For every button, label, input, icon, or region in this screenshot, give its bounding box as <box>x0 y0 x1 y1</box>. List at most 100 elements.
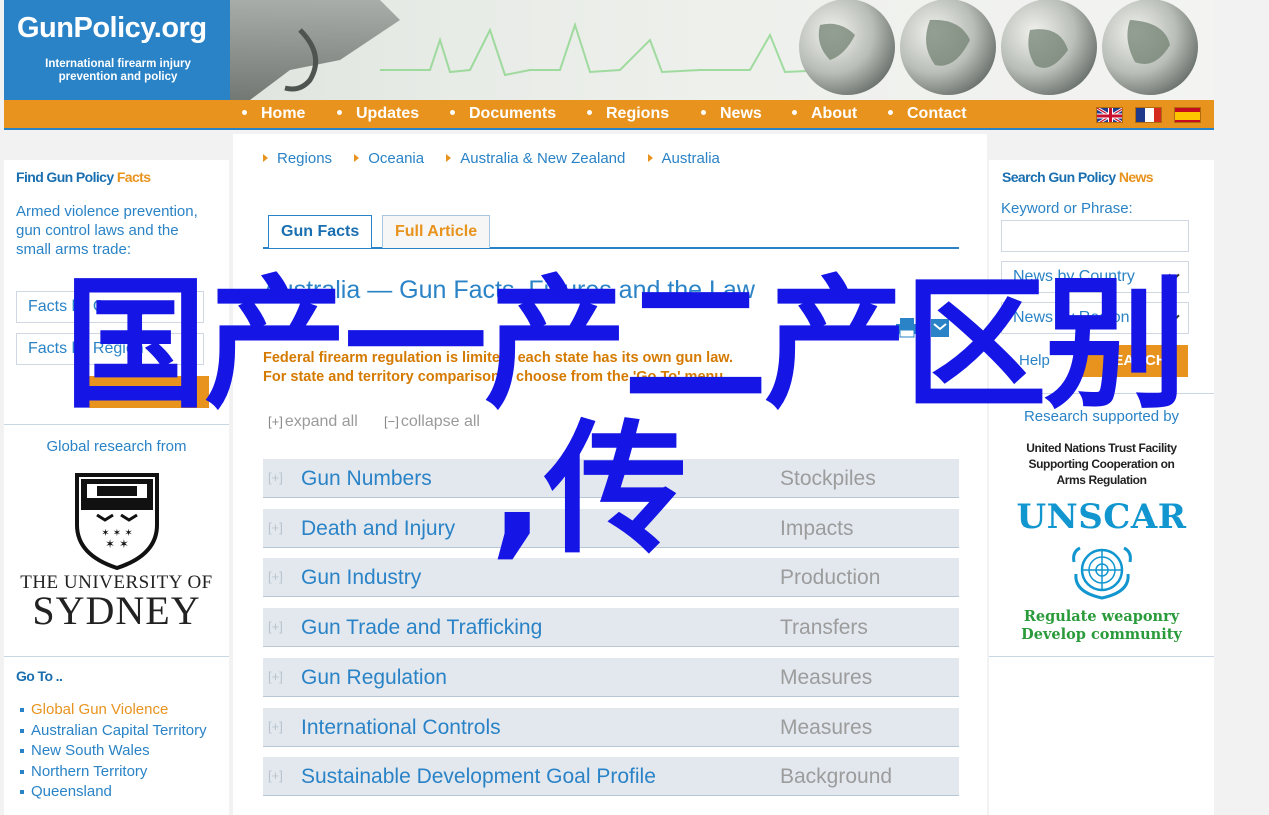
breadcrumb-australia[interactable]: Australia <box>647 150 720 167</box>
section-sub-label: Measures <box>780 666 873 689</box>
news-by-region-select[interactable]: News by Region <box>1001 302 1189 334</box>
left-sidebar: Find Gun Policy Facts Armed violence pre… <box>4 160 229 815</box>
section-sub-label: Stockpiles <box>780 467 876 490</box>
facts-by-region-select[interactable]: Facts by Region <box>16 333 204 365</box>
nav-updates[interactable]: Updates <box>337 105 419 123</box>
logo-subtitle-line1: International firearm injury <box>45 58 191 70</box>
expand-all-label: expand all <box>284 413 358 430</box>
breadcrumb-oceania-label: Oceania <box>368 150 425 167</box>
nav-documents-label: Documents <box>469 105 557 122</box>
collapse-icon: [−] <box>384 414 399 429</box>
section-sub-label: Impacts <box>780 517 854 540</box>
goto-item-nt[interactable]: Northern Territory <box>18 762 223 783</box>
un-trust-line1: United Nations Trust Facility <box>1026 441 1177 455</box>
section-gun-regulation[interactable]: [+] Gun Regulation Measures <box>263 658 959 697</box>
find-facts-title-highlight: Facts <box>116 169 151 185</box>
divider <box>989 393 1214 394</box>
goto-item-qld[interactable]: Queensland <box>18 782 223 803</box>
expand-all-link[interactable]: [+] expand all <box>268 413 358 431</box>
nav-home-label: Home <box>261 105 306 122</box>
search-news-title-text: Search Gun Policy <box>1002 169 1116 185</box>
breadcrumb-regions-label: Regions <box>277 150 333 167</box>
chevron-down-icon <box>1168 310 1180 322</box>
nav-updates-label: Updates <box>356 105 420 122</box>
triangle-right-icon <box>446 154 452 162</box>
breadcrumb-anz[interactable]: Australia & New Zealand <box>446 150 625 167</box>
section-gun-numbers[interactable]: [+] Gun Numbers Stockpiles <box>263 459 959 498</box>
news-by-country-select[interactable]: News by Country <box>1001 261 1189 293</box>
facts-by-country-label: Facts by Country <box>28 298 149 315</box>
bullet-icon <box>792 110 797 115</box>
triangle-right-icon <box>647 154 653 162</box>
breadcrumb-regions[interactable]: Regions <box>263 150 332 167</box>
breadcrumb: Regions Oceania Australia & New Zealand … <box>263 150 738 167</box>
breadcrumb-oceania[interactable]: Oceania <box>354 150 424 167</box>
nav-regions[interactable]: Regions <box>587 105 669 123</box>
search-news-title: Search Gun Policy News <box>1002 169 1154 185</box>
find-facts-title-text: Find Gun Policy <box>16 169 114 185</box>
keyword-input[interactable] <box>1001 220 1189 252</box>
banner-globes-image <box>230 0 1198 100</box>
facts-by-country-select[interactable]: Facts by Country <box>16 291 204 323</box>
site-header: GunPolicy.org International firearm inju… <box>4 0 1214 100</box>
expand-icon: [+] <box>268 520 283 535</box>
expand-icon: [+] <box>268 768 283 783</box>
section-international-controls[interactable]: [+] International Controls Measures <box>263 708 959 747</box>
main-content: Regions Oceania Australia & New Zealand … <box>233 134 987 815</box>
help-link[interactable]: Help <box>1019 352 1050 369</box>
slogan-line1: Regulate weaponry <box>1023 608 1180 625</box>
expand-icon: [+] <box>268 719 283 734</box>
triangle-right-icon <box>263 154 268 162</box>
nav-home[interactable]: Home <box>242 105 305 123</box>
section-sdg-profile[interactable]: [+] Sustainable Development Goal Profile… <box>263 757 959 796</box>
bullet-icon <box>701 110 706 115</box>
goto-item-global[interactable]: Global Gun Violence <box>18 700 223 721</box>
section-gun-trade[interactable]: [+] Gun Trade and Trafficking Transfers <box>263 608 959 647</box>
nav-about-label: About <box>811 105 858 122</box>
svg-text:✶ ✶ ✶: ✶ ✶ ✶ <box>101 528 133 539</box>
section-sub-label: Measures <box>780 716 873 739</box>
bullet-icon <box>242 110 247 115</box>
goto-item-nsw[interactable]: New South Wales <box>18 741 223 762</box>
print-icon[interactable] <box>894 316 920 338</box>
bullet-icon <box>587 110 592 115</box>
nav-regions-label: Regions <box>606 105 670 122</box>
tab-full-article[interactable]: Full Article <box>382 215 491 248</box>
facts-by-region-label: Facts by Region <box>28 340 144 357</box>
nav-news[interactable]: News <box>701 105 762 123</box>
goto-title: Go To .. <box>16 668 63 684</box>
expand-icon: [+] <box>268 669 283 684</box>
section-label: Gun Numbers <box>301 467 432 490</box>
flag-france-icon[interactable] <box>1135 107 1162 123</box>
keyword-label: Keyword or Phrase: <box>1001 200 1133 217</box>
nav-news-label: News <box>720 105 762 122</box>
section-death-and-injury[interactable]: [+] Death and Injury Impacts <box>263 509 959 548</box>
email-icon[interactable] <box>930 318 950 338</box>
find-facts-button[interactable]: FIND FACTS <box>89 376 209 408</box>
breadcrumb-australia-label: Australia <box>661 150 720 167</box>
section-label: Sustainable Development Goal Profile <box>301 765 656 788</box>
chevron-down-icon <box>183 341 195 353</box>
flag-uk-icon[interactable] <box>1096 107 1123 123</box>
flag-spain-icon[interactable] <box>1174 107 1201 123</box>
bullet-icon <box>450 110 455 115</box>
logo-subtitle-line2: prevention and policy <box>58 71 178 83</box>
bullet-icon <box>337 110 342 115</box>
search-button[interactable]: SEARCH <box>1082 345 1188 377</box>
goto-item-act[interactable]: Australian Capital Territory <box>18 721 223 742</box>
nav-contact[interactable]: Contact <box>888 105 967 123</box>
research-from-label: Global research from <box>46 438 187 455</box>
right-sidebar: Search Gun Policy News Keyword or Phrase… <box>989 160 1214 815</box>
research-supported-label: Research supported by <box>1023 408 1180 425</box>
section-gun-industry[interactable]: [+] Gun Industry Production <box>263 558 959 597</box>
chevron-down-icon <box>1168 269 1180 281</box>
nav-about[interactable]: About <box>792 105 857 123</box>
site-logo[interactable]: GunPolicy.org International firearm inju… <box>4 0 230 100</box>
collapse-all-link[interactable]: [−] collapse all <box>384 413 480 431</box>
section-label: Death and Injury <box>301 517 456 540</box>
federal-notice: Federal firearm regulation is limited: e… <box>263 349 733 387</box>
bullet-icon <box>888 110 893 115</box>
nav-documents[interactable]: Documents <box>450 105 556 123</box>
section-label: Gun Regulation <box>301 666 447 689</box>
tab-gun-facts[interactable]: Gun Facts <box>268 215 373 248</box>
